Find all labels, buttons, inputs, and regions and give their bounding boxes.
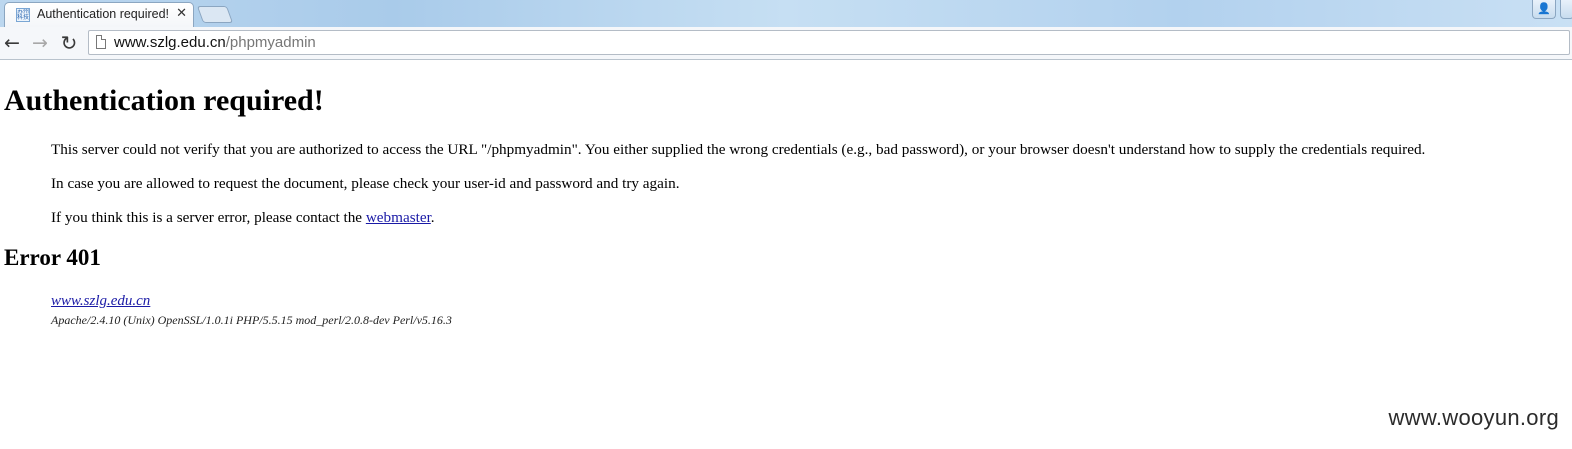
error-code-heading: Error 401 (4, 245, 101, 270)
auth-message: This server could not verify that you ar… (51, 141, 1426, 158)
url-host: www.szlg.edu.cn (114, 34, 226, 51)
tab-active[interactable]: 苏州 科技 Authentication required! ✕ (4, 2, 194, 27)
new-tab-button[interactable] (196, 6, 234, 23)
browser-titlebar: 苏州 科技 Authentication required! ✕ 👤 (0, 0, 1572, 27)
forward-arrow-icon[interactable]: → (29, 32, 51, 54)
site-favicon-icon: 苏州 科技 (16, 8, 30, 22)
retry-message: In case you are allowed to request the d… (51, 175, 680, 192)
page-title: Authentication required! (4, 84, 324, 117)
contact-text-end: . (430, 209, 435, 226)
server-signature: Apache/2.4.10 (Unix) OpenSSL/1.0.1i PHP/… (51, 313, 452, 327)
tab-title: Authentication required! (37, 7, 170, 21)
server-address-link[interactable]: www.szlg.edu.cn (51, 293, 150, 310)
address-url[interactable]: www.szlg.edu.cn/phpmyadmin (114, 34, 316, 51)
user-profile-icon[interactable]: 👤 (1532, 0, 1556, 19)
back-arrow-icon[interactable]: ← (1, 32, 23, 54)
browser-toolbar: ← → ↻ www.szlg.edu.cn/phpmyadmin (0, 27, 1572, 60)
contact-text: If you think this is a server error, ple… (51, 209, 366, 226)
window-control-button[interactable] (1560, 0, 1572, 19)
address-bar[interactable]: www.szlg.edu.cn/phpmyadmin (88, 30, 1570, 55)
page-icon (96, 35, 106, 49)
tab-close-icon[interactable]: ✕ (176, 6, 187, 21)
contact-message: If you think this is a server error, ple… (51, 209, 435, 227)
watermark: www.wooyun.org (1388, 405, 1559, 430)
reload-icon[interactable]: ↻ (58, 32, 80, 54)
url-path: /phpmyadmin (225, 34, 316, 51)
webmaster-link[interactable]: webmaster (366, 209, 431, 226)
